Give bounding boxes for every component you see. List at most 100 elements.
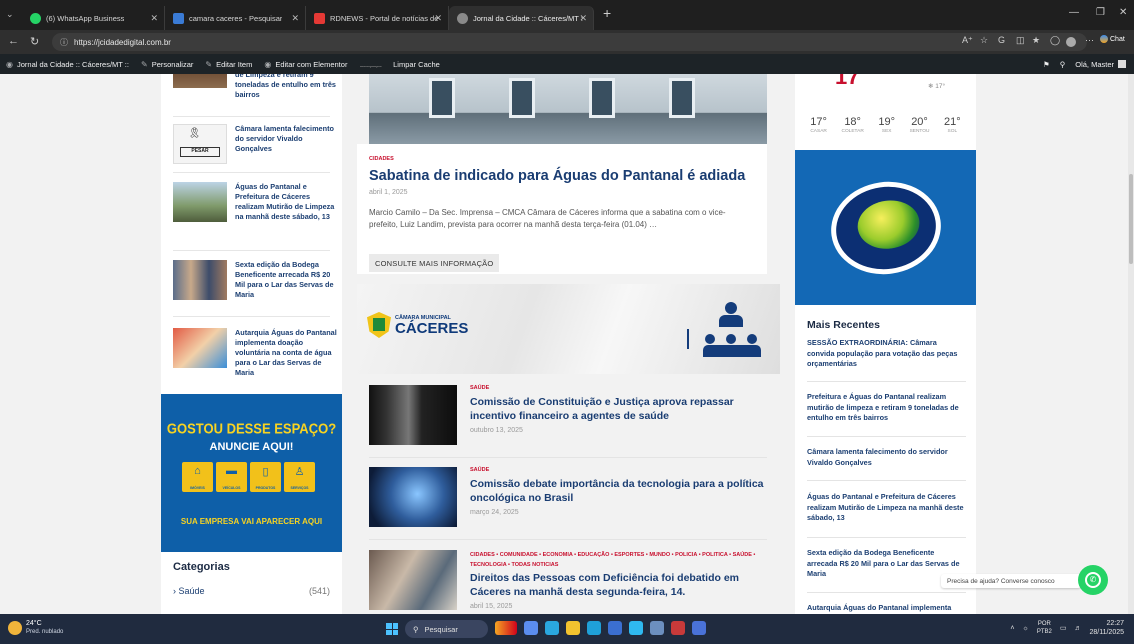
new-tab-icon[interactable]: + bbox=[603, 5, 611, 21]
post-thumbnail[interactable]: 🎗 PESAR bbox=[173, 124, 227, 164]
close-tab-icon[interactable]: ✕ bbox=[434, 13, 442, 24]
close-tab-icon[interactable]: ✕ bbox=[579, 13, 587, 24]
restore-icon[interactable]: ❐ bbox=[1096, 7, 1105, 18]
recent-post-link[interactable]: Autarquia Águas do Pantanal implementa bbox=[807, 603, 966, 614]
file-explorer-icon[interactable] bbox=[566, 621, 580, 635]
post-category[interactable]: CIDADES bbox=[369, 156, 394, 162]
post-thumbnail[interactable] bbox=[173, 74, 227, 88]
post-thumbnail[interactable] bbox=[173, 182, 227, 222]
forecast-label: CASAR bbox=[810, 129, 827, 134]
bell-icon[interactable]: ⚑ bbox=[1043, 60, 1050, 69]
more-menu-icon[interactable]: ⋯ bbox=[1085, 35, 1094, 46]
search-icon[interactable]: ⚲ bbox=[1060, 60, 1066, 69]
close-tab-icon[interactable]: ✕ bbox=[291, 13, 299, 24]
store-icon[interactable] bbox=[608, 621, 622, 635]
side-post-title[interactable]: Autarquia Águas do Pantanal implementa d… bbox=[235, 328, 338, 378]
building-window bbox=[589, 78, 615, 118]
sponsor-logo-banner[interactable] bbox=[795, 150, 976, 305]
category-item[interactable]: › Saúde (541) bbox=[173, 586, 330, 596]
url-field[interactable]: ⓘ https://jcidadedigital.com.br bbox=[52, 33, 1087, 51]
recent-post-link[interactable]: Prefeitura e Águas do Pantanal realizam … bbox=[807, 392, 966, 424]
recent-post-link[interactable]: Águas do Pantanal e Prefeitura de Cácere… bbox=[807, 492, 966, 524]
page-scrollbar[interactable] bbox=[1128, 74, 1134, 614]
copilot-chat-button[interactable]: Chat bbox=[1100, 35, 1125, 43]
post-thumbnail[interactable] bbox=[369, 467, 457, 527]
side-post[interactable]: 🎗 PESAR Câmara lamenta falecimento do se… bbox=[173, 124, 338, 164]
post-category[interactable]: SAÚDE bbox=[470, 385, 770, 391]
side-post-title[interactable]: Águas do Pantanal e Prefeitura de Cácere… bbox=[235, 182, 338, 222]
side-post-title[interactable]: de Limpeza e retiram 9 toneladas de entu… bbox=[235, 74, 338, 100]
site-info-icon[interactable]: ⓘ bbox=[60, 37, 68, 48]
network-icon[interactable]: ☼ bbox=[1022, 625, 1028, 632]
volume-icon[interactable]: ♬ bbox=[1074, 625, 1081, 632]
profile-avatar[interactable] bbox=[1066, 37, 1076, 47]
taskbar-search[interactable]: ⚲ Pesquisar bbox=[405, 620, 488, 638]
post-thumbnail[interactable] bbox=[173, 260, 227, 300]
category-label[interactable]: Saúde bbox=[179, 586, 205, 596]
side-post[interactable]: de Limpeza e retiram 9 toneladas de entu… bbox=[173, 74, 338, 100]
admin-clear-cache-link[interactable]: Limpar Cache bbox=[387, 60, 446, 69]
tab-rdnews[interactable]: RDNEWS - Portal de notícias de M ✕ bbox=[306, 6, 449, 30]
minimize-icon[interactable]: — bbox=[1069, 7, 1079, 18]
refresh-icon[interactable]: ↻ bbox=[30, 35, 39, 48]
app-icon[interactable] bbox=[692, 621, 706, 635]
post-thumbnail[interactable] bbox=[369, 550, 457, 610]
display-icon[interactable]: ▭ bbox=[1060, 624, 1067, 632]
clock[interactable]: 22:27 28/11/2025 bbox=[1089, 619, 1124, 637]
widgets-icon[interactable] bbox=[495, 621, 517, 635]
app-icon[interactable] bbox=[671, 621, 685, 635]
side-post-title[interactable]: Câmara lamenta falecimento do servidor V… bbox=[235, 124, 338, 164]
admin-account-menu[interactable]: Olá, Master bbox=[1075, 60, 1126, 69]
recent-post-link[interactable]: Câmara lamenta falecimento do servidor V… bbox=[807, 447, 966, 468]
split-screen-icon[interactable]: ◫ bbox=[1016, 35, 1025, 46]
side-post-title[interactable]: Sexta edição da Bodega Beneficente arrec… bbox=[235, 260, 338, 300]
close-tab-icon[interactable]: ✕ bbox=[150, 13, 158, 24]
side-post[interactable]: Sexta edição da Bodega Beneficente arrec… bbox=[173, 260, 338, 300]
featured-post-title[interactable]: Sabatina de indicado para Águas do Panta… bbox=[369, 168, 745, 184]
tab-actions-icon[interactable]: ⌄ bbox=[6, 9, 14, 20]
favorites-icon[interactable]: ★ bbox=[1032, 35, 1040, 46]
camara-banner[interactable]: CÂMARA MUNICIPAL CÁCERES bbox=[357, 284, 780, 374]
language-indicator[interactable]: POR PTB2 bbox=[1037, 620, 1052, 636]
read-more-button[interactable]: CONSULTE MAIS INFORMAÇÃO bbox=[369, 254, 500, 272]
featured-image[interactable] bbox=[369, 74, 767, 144]
post-thumbnail[interactable] bbox=[173, 328, 227, 368]
post-title[interactable]: Comissão debate importância da tecnologi… bbox=[470, 478, 770, 505]
settings-icon[interactable] bbox=[650, 621, 664, 635]
whatsapp-chat-button[interactable]: ✆ bbox=[1078, 565, 1108, 595]
tab-whatsapp[interactable]: (6) WhatsApp Business ✕ bbox=[22, 6, 165, 30]
recent-post-link[interactable]: SESSÃO EXTRAORDINÁRIA: Câmara convida po… bbox=[807, 338, 966, 370]
admin-elementor-link[interactable]: ◉ Editar com Elementor bbox=[258, 60, 353, 69]
post-category[interactable]: SAÚDE bbox=[470, 467, 770, 473]
app-icon[interactable] bbox=[629, 621, 643, 635]
side-post[interactable]: Autarquia Águas do Pantanal implementa d… bbox=[173, 328, 338, 378]
tab-search[interactable]: camara caceres - Pesquisar ✕ bbox=[165, 6, 306, 30]
scrollbar-thumb[interactable] bbox=[1129, 174, 1133, 264]
banner-big-text: CÁCERES bbox=[395, 319, 469, 337]
start-button[interactable] bbox=[386, 623, 398, 635]
teams-icon[interactable] bbox=[545, 621, 559, 635]
post-title[interactable]: Direitos das Pessoas com Deficiência foi… bbox=[470, 572, 770, 599]
admin-customize-link[interactable]: ✎ Personalizar bbox=[135, 60, 199, 69]
post-title[interactable]: Comissão de Constituição e Justiça aprov… bbox=[470, 396, 770, 423]
task-view-icon[interactable] bbox=[524, 621, 538, 635]
advertise-banner[interactable]: GOSTOU DESSE ESPAÇO? ANUNCIE AQUI! ⌂ IMÓV… bbox=[161, 394, 342, 552]
post-category-list[interactable]: CIDADES • COMUNIDADE • ECONOMIA • EDUCAÇ… bbox=[470, 550, 770, 570]
chat-tooltip[interactable]: Precisa de ajuda? Converse conosco bbox=[941, 574, 1081, 588]
wp-admin-bar: ◉ Jornal da Cidade :: Cáceres/MT :: ✎ Pers… bbox=[0, 54, 1134, 74]
collections-icon[interactable]: ◯ bbox=[1050, 35, 1060, 46]
favorite-star-icon[interactable]: ☆ bbox=[980, 35, 988, 46]
admin-site-link[interactable]: ◉ Jornal da Cidade :: Cáceres/MT :: bbox=[0, 60, 135, 69]
weather-small: ❄ 17° bbox=[928, 83, 946, 90]
side-post[interactable]: Águas do Pantanal e Prefeitura de Cácere… bbox=[173, 182, 338, 222]
chevron-up-icon[interactable]: ˄ bbox=[1010, 625, 1014, 632]
admin-edit-item-link[interactable]: ✎ Editar Item bbox=[199, 60, 258, 69]
read-aloud-icon[interactable]: A⁺ bbox=[962, 35, 973, 46]
edge-icon[interactable] bbox=[587, 621, 601, 635]
tab-jornal-da-cidade[interactable]: Jornal da Cidade :: Cáceres/MT :: - ✕ bbox=[449, 6, 594, 30]
taskbar-weather[interactable]: 24°C Pred. nublado bbox=[8, 620, 63, 636]
back-icon[interactable]: ← bbox=[8, 35, 19, 47]
extension-icon[interactable]: G bbox=[998, 35, 1005, 45]
post-thumbnail[interactable] bbox=[369, 385, 457, 445]
close-window-icon[interactable]: ✕ bbox=[1119, 7, 1127, 18]
